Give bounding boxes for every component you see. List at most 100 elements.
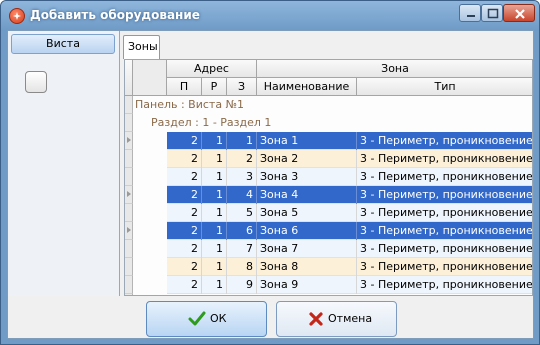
maximize-button[interactable]	[481, 4, 503, 22]
cell-p: 2	[167, 150, 202, 168]
grid-header-spacer	[133, 60, 167, 96]
cell-r: 1	[202, 132, 227, 150]
cell-z: 4	[227, 186, 257, 204]
table-row[interactable]: 2 1 6 Зона 6 3 - Периметр, проникновение	[167, 222, 532, 240]
cell-z: 9	[227, 276, 257, 294]
cell-r: 1	[202, 258, 227, 276]
minimize-button[interactable]	[459, 4, 481, 22]
zones-grid: Адрес Зона П Р З Наименование Тип Панель…	[124, 59, 533, 296]
column-header-r[interactable]: Р	[202, 78, 227, 96]
row-arrow-icon	[127, 227, 131, 233]
panel-group-label[interactable]: Панель : Виста №1	[135, 98, 244, 111]
table-row[interactable]: 2 1 3 Зона 3 3 - Периметр, проникновение	[167, 168, 532, 186]
cell-name: Зона 2	[257, 150, 357, 168]
window-title: Добавить оборудование	[30, 8, 200, 22]
column-header-p[interactable]: П	[167, 78, 202, 96]
cell-p: 2	[167, 276, 202, 294]
button-bar: ОК Отмена	[8, 296, 533, 338]
cell-p: 2	[167, 240, 202, 258]
device-panel: Виста	[8, 31, 120, 296]
row-selector[interactable]	[125, 114, 133, 132]
row-selector[interactable]	[125, 150, 133, 168]
cell-type: 3 - Периметр, проникновение	[357, 258, 532, 276]
row-selector[interactable]	[125, 96, 133, 114]
cell-name: Зона 1	[257, 132, 357, 150]
column-header-name[interactable]: Наименование	[257, 78, 357, 96]
title-bar[interactable]: Добавить оборудование	[1, 1, 539, 31]
table-row[interactable]: 2 1 9 Зона 9 3 - Периметр, проникновение	[167, 276, 532, 294]
cancel-button[interactable]: Отмена	[276, 301, 397, 337]
ok-button[interactable]: ОК	[146, 301, 267, 337]
tab-zones[interactable]: Зоны	[123, 35, 160, 59]
row-selector[interactable]	[125, 204, 133, 222]
header-address: Адрес	[167, 60, 257, 78]
close-button[interactable]	[503, 4, 535, 22]
cell-type: 3 - Периметр, проникновение	[357, 204, 532, 222]
cell-p: 2	[167, 258, 202, 276]
dialog-window: Добавить оборудование Виста Зоны Адрес З…	[0, 0, 540, 345]
cell-z: 3	[227, 168, 257, 186]
column-header-z[interactable]: З	[227, 78, 257, 96]
cell-z: 5	[227, 204, 257, 222]
table-row[interactable]: 2 1 2 Зона 2 3 - Периметр, проникновение	[167, 150, 532, 168]
checkmark-icon	[188, 311, 206, 326]
cell-p: 2	[167, 186, 202, 204]
row-selector[interactable]	[125, 132, 133, 150]
header-zone: Зона	[257, 60, 532, 78]
cross-icon	[309, 312, 323, 326]
row-selector[interactable]	[125, 186, 133, 204]
cell-type: 3 - Периметр, проникновение	[357, 240, 532, 258]
cell-z: 8	[227, 258, 257, 276]
cell-p: 2	[167, 168, 202, 186]
cell-type: 3 - Периметр, проникновение	[357, 132, 532, 150]
cell-name: Зона 8	[257, 258, 357, 276]
row-selector[interactable]	[125, 240, 133, 258]
cell-r: 1	[202, 240, 227, 258]
row-selector[interactable]	[125, 258, 133, 276]
cell-type: 3 - Периметр, проникновение	[357, 168, 532, 186]
table-row[interactable]: 2 1 8 Зона 8 3 - Периметр, проникновение	[167, 258, 532, 276]
cell-r: 1	[202, 222, 227, 240]
row-selector[interactable]	[125, 222, 133, 240]
cell-name: Зона 7	[257, 240, 357, 258]
section-group-label[interactable]: Раздел : 1 - Раздел 1	[151, 116, 271, 129]
row-arrow-icon	[127, 137, 131, 143]
cell-r: 1	[202, 186, 227, 204]
cell-name: Зона 9	[257, 276, 357, 294]
cell-name: Зона 5	[257, 204, 357, 222]
device-checkbox[interactable]	[25, 71, 47, 93]
cell-type: 3 - Периметр, проникновение	[357, 222, 532, 240]
grid-corner	[125, 60, 133, 96]
cell-p: 2	[167, 204, 202, 222]
cell-type: 3 - Периметр, проникновение	[357, 276, 532, 294]
cell-type: 3 - Периметр, проникновение	[357, 150, 532, 168]
cell-r: 1	[202, 168, 227, 186]
cell-name: Зона 6	[257, 222, 357, 240]
dialog-client-area: Виста Зоны Адрес Зона П Р З Наименование…	[7, 30, 534, 339]
tab-strip: Зоны	[120, 31, 533, 60]
cell-type: 3 - Периметр, проникновение	[357, 186, 532, 204]
cell-p: 2	[167, 222, 202, 240]
column-header-type[interactable]: Тип	[357, 78, 532, 96]
ok-button-label: ОК	[210, 312, 227, 325]
table-row[interactable]: 2 1 4 Зона 4 3 - Периметр, проникновение	[167, 186, 532, 204]
cell-z: 1	[227, 132, 257, 150]
app-icon	[9, 8, 25, 24]
table-row[interactable]: 2 1 5 Зона 5 3 - Периметр, проникновение	[167, 204, 532, 222]
cell-z: 2	[227, 150, 257, 168]
table-row[interactable]: 2 1 1 Зона 1 3 - Периметр, проникновение	[167, 132, 532, 150]
cell-name: Зона 3	[257, 168, 357, 186]
table-row[interactable]: 2 1 7 Зона 7 3 - Периметр, проникновение	[167, 240, 532, 258]
cancel-button-label: Отмена	[328, 312, 373, 325]
cell-r: 1	[202, 276, 227, 294]
cell-r: 1	[202, 204, 227, 222]
vista-device-tab[interactable]: Виста	[11, 34, 115, 54]
cell-r: 1	[202, 150, 227, 168]
cell-p: 2	[167, 132, 202, 150]
cell-z: 6	[227, 222, 257, 240]
cell-name: Зона 4	[257, 186, 357, 204]
cell-z: 7	[227, 240, 257, 258]
row-selector[interactable]	[125, 276, 133, 294]
row-selector[interactable]	[125, 168, 133, 186]
row-arrow-icon	[127, 191, 131, 197]
